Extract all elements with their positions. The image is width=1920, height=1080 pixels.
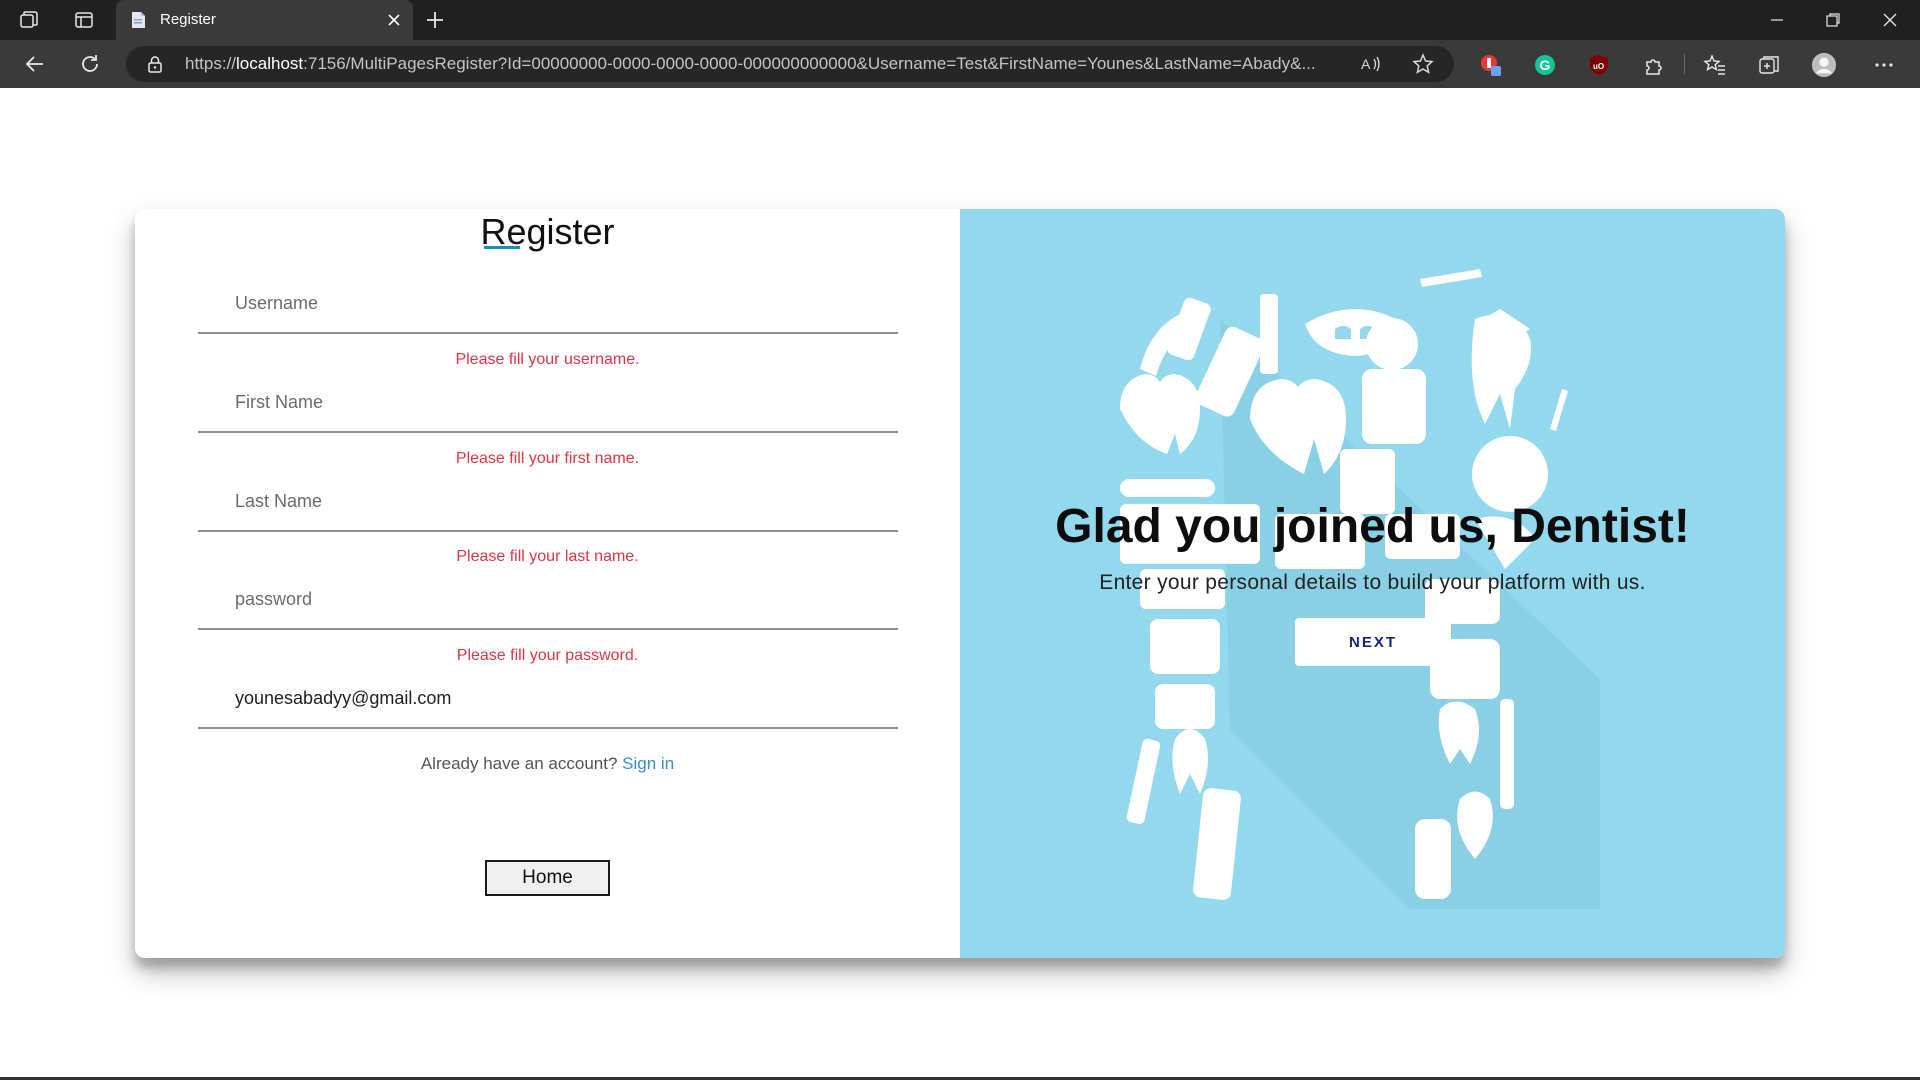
more-icon[interactable] xyxy=(1871,52,1897,78)
firstname-input[interactable] xyxy=(198,373,898,431)
read-aloud-icon[interactable]: A xyxy=(1359,53,1383,75)
password-field[interactable] xyxy=(198,570,898,630)
welcome-panel: Glad you joined us, Dentist! Enter your … xyxy=(960,209,1785,958)
profile-icon[interactable] xyxy=(1811,52,1837,78)
puzzle-icon[interactable] xyxy=(1641,52,1667,78)
email-field[interactable] xyxy=(198,669,898,729)
next-button[interactable]: NEXT xyxy=(1295,618,1451,666)
favorites-icon[interactable] xyxy=(1702,52,1728,78)
close-tab-icon[interactable] xyxy=(383,9,405,31)
adblock-extension-icon[interactable] xyxy=(1478,52,1504,78)
home-button[interactable]: Home xyxy=(485,860,610,896)
star-icon[interactable] xyxy=(1411,53,1435,75)
password-error: Please fill your password. xyxy=(456,647,639,664)
svg-text:A: A xyxy=(1361,56,1371,72)
url-text[interactable]: https://localhost:7156/MultiPagesRegiste… xyxy=(185,54,1316,74)
browser-toolbar: https://localhost:7156/MultiPagesRegiste… xyxy=(0,40,1920,88)
username-input[interactable] xyxy=(198,274,898,332)
lastname-field[interactable] xyxy=(198,472,898,532)
lastname-error: Please fill your last name. xyxy=(456,548,639,565)
signin-prompt-row: Already have an account? Sign in xyxy=(135,754,960,774)
url-path: :7156/MultiPagesRegister?Id=00000000-000… xyxy=(303,54,1316,73)
tab-title: Register xyxy=(160,11,216,28)
tab-actions-icon[interactable] xyxy=(16,7,42,33)
active-tab[interactable]: Register xyxy=(116,0,413,40)
page-title: Register xyxy=(480,211,615,252)
collections-icon[interactable] xyxy=(1756,52,1782,78)
firstname-field[interactable] xyxy=(198,373,898,433)
lock-icon[interactable] xyxy=(146,55,164,73)
restore-icon[interactable] xyxy=(1805,0,1861,40)
username-field[interactable] xyxy=(198,274,898,334)
register-form: Register Please fill your username. Plea… xyxy=(135,209,960,958)
url-host: localhost xyxy=(236,54,304,73)
signin-link[interactable]: Sign in xyxy=(622,754,674,773)
url-scheme: https:// xyxy=(185,54,237,73)
username-error: Please fill your username. xyxy=(455,351,640,368)
new-tab-icon[interactable] xyxy=(421,7,449,33)
svg-text:uO: uO xyxy=(1593,62,1604,71)
register-card: Register Please fill your username. Plea… xyxy=(135,209,1785,958)
firstname-error: Please fill your first name. xyxy=(455,450,640,467)
signin-prompt-text: Already have an account? xyxy=(420,754,618,773)
refresh-icon[interactable] xyxy=(74,49,106,79)
welcome-subtext: Enter your personal details to build you… xyxy=(1099,571,1646,594)
toolbar-divider xyxy=(1684,54,1685,74)
vertical-tabs-icon[interactable] xyxy=(71,7,97,33)
title-underline xyxy=(484,246,520,249)
welcome-heading: Glad you joined us, Dentist! xyxy=(1055,500,1690,553)
close-window-icon[interactable] xyxy=(1862,0,1918,40)
ublock-extension-icon[interactable]: uO xyxy=(1586,52,1612,78)
grammarly-extension-icon[interactable]: G xyxy=(1532,52,1558,78)
password-input[interactable] xyxy=(198,570,898,628)
browser-tab-bar: Register xyxy=(0,0,1920,40)
svg-text:G: G xyxy=(1540,57,1551,73)
lastname-input[interactable] xyxy=(198,472,898,530)
back-arrow-icon[interactable] xyxy=(19,49,51,79)
email-input[interactable] xyxy=(198,669,898,727)
page-favicon-icon xyxy=(128,10,148,30)
address-bar[interactable]: https://localhost:7156/MultiPagesRegiste… xyxy=(126,46,1454,82)
minimize-icon[interactable] xyxy=(1749,0,1805,40)
